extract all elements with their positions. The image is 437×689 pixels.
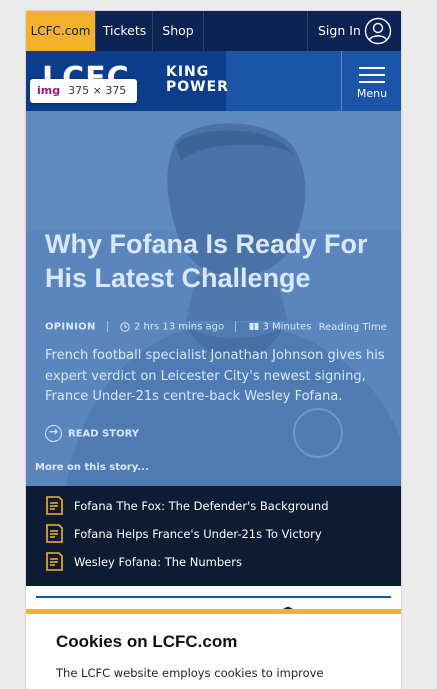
clock-icon — [120, 321, 130, 332]
related-article-title: Fofana The Fox: The Defender's Backgroun… — [74, 499, 329, 513]
article-headline[interactable]: Why Fofana Is Ready For His Latest Chall… — [45, 227, 385, 295]
tickets-link[interactable]: Tickets — [95, 11, 153, 51]
meta-divider — [235, 321, 237, 332]
menu-button[interactable]: Menu — [341, 51, 401, 111]
article-time-ago: 2 hrs 13 mins ago — [134, 321, 225, 333]
cookie-banner-text: The LCFC website employs cookies to impr… — [56, 666, 324, 680]
sponsor-line-1: KING — [166, 64, 210, 80]
document-icon — [46, 552, 63, 571]
book-icon — [249, 323, 258, 330]
meta-divider — [106, 321, 108, 332]
article-read-time: 3 Minutes — [262, 321, 312, 333]
read-story-link[interactable]: → READ STORY — [45, 425, 139, 442]
arrow-right-icon: → — [45, 425, 62, 442]
user-icon — [364, 17, 392, 45]
read-story-label: READ STORY — [68, 428, 139, 440]
menu-label: Menu — [356, 87, 388, 100]
mobile-viewport: LCFC.com Tickets Shop Sign In LCFC KING … — [26, 11, 401, 689]
related-article-title: Wesley Fofana: The Numbers — [74, 555, 242, 569]
sponsor-line-2: POWER — [166, 79, 229, 95]
hamburger-icon — [359, 67, 385, 88]
related-articles-list: Fofana The Fox: The Defender's Backgroun… — [26, 486, 401, 586]
sign-in-label: Sign In — [318, 23, 361, 38]
inspector-element: img — [37, 84, 61, 97]
inspector-dimensions: 375 × 375 — [68, 84, 127, 97]
article-meta: OPINION 2 hrs 13 mins ago 3 Minutes Read… — [45, 321, 387, 333]
cookie-banner-title: Cookies on LCFC.com — [56, 632, 238, 651]
utility-bar: LCFC.com Tickets Shop Sign In — [26, 11, 401, 51]
document-icon — [46, 524, 63, 543]
section-divider — [36, 596, 391, 598]
related-article-title: Fofana Helps France's Under-21s To Victo… — [74, 527, 322, 541]
cookie-banner: Cookies on LCFC.com The LCFC website emp… — [26, 614, 401, 689]
sponsor-logo: KING POWER — [166, 65, 229, 95]
document-icon — [46, 496, 63, 515]
article-category[interactable]: OPINION — [45, 322, 96, 333]
article-summary: French football specialist Jonathan John… — [45, 348, 385, 404]
inspector-tooltip: img 375 × 375 — [30, 79, 137, 103]
featured-article-hero[interactable]: Why Fofana Is Ready For His Latest Chall… — [26, 111, 401, 486]
sign-in-button[interactable]: Sign In — [307, 11, 401, 51]
more-on-story-heading: More on this story... — [35, 462, 149, 473]
shop-link[interactable]: Shop — [152, 11, 204, 51]
lcfc-home-link[interactable]: LCFC.com — [26, 11, 95, 51]
reading-time-suffix: Reading Time — [318, 321, 387, 333]
